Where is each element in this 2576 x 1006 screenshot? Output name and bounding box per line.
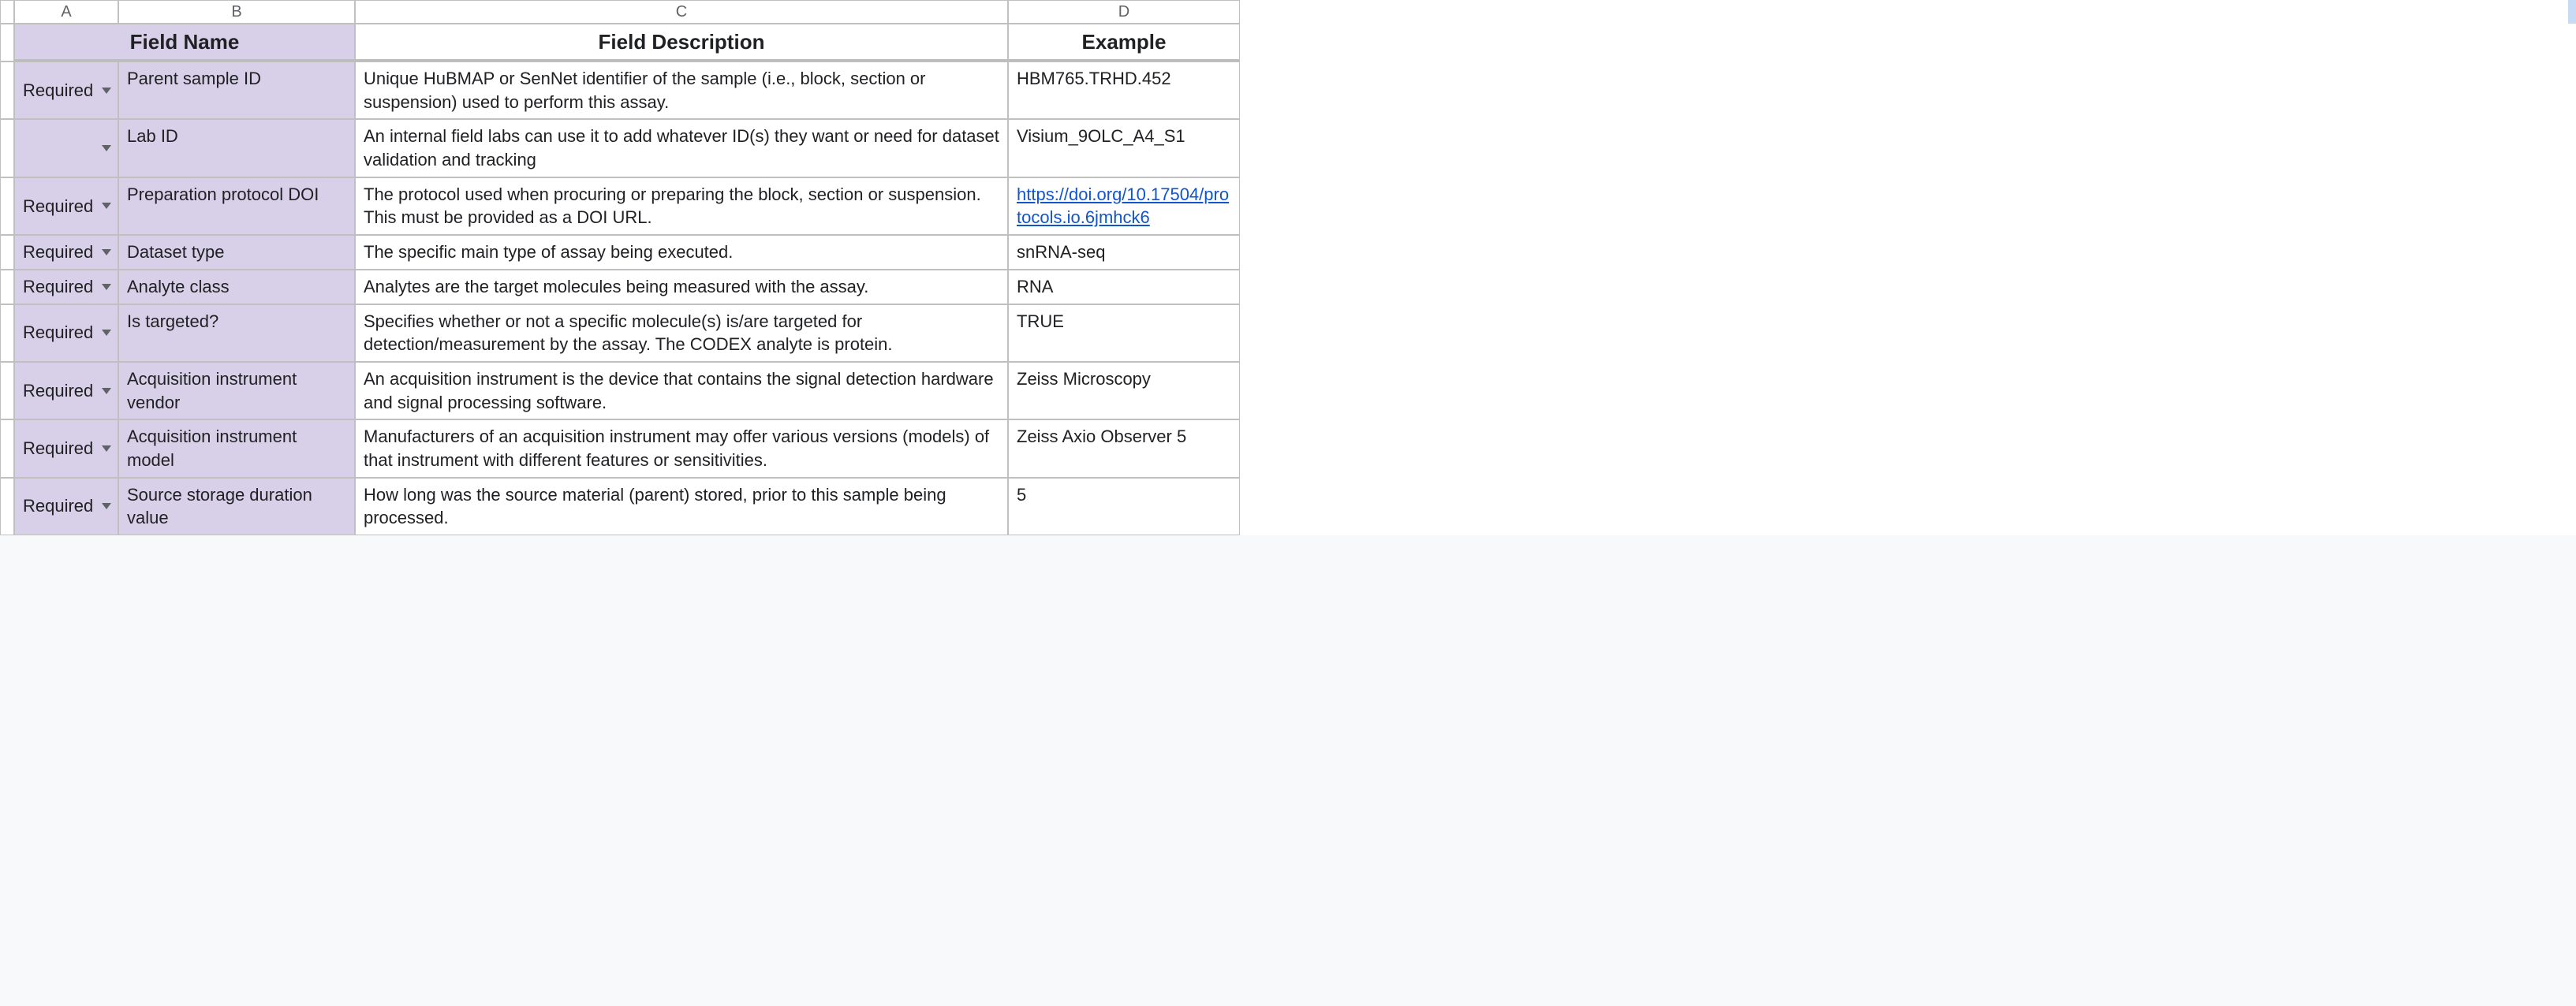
field-description-cell[interactable]: How long was the source material (parent… xyxy=(355,478,1008,535)
example-cell[interactable]: Zeiss Axio Observer 5 xyxy=(1008,419,1240,477)
field-description-cell[interactable]: Analytes are the target molecules being … xyxy=(355,270,1008,304)
header-field-description[interactable]: Field Description xyxy=(355,24,1008,61)
row-header[interactable] xyxy=(0,362,14,419)
column-header-B[interactable]: B xyxy=(118,0,355,24)
required-cell[interactable]: Required xyxy=(14,362,118,419)
required-label: Required xyxy=(23,494,93,518)
row-header[interactable] xyxy=(0,478,14,535)
row-header[interactable] xyxy=(0,177,14,235)
required-cell[interactable]: Required xyxy=(14,61,118,119)
field-description-cell[interactable]: Unique HuBMAP or SenNet identifier of th… xyxy=(355,61,1008,119)
filter-dropdown-icon[interactable] xyxy=(102,445,111,452)
example-cell[interactable]: Visium_9OLC_A4_S1 xyxy=(1008,119,1240,177)
example-cell[interactable]: https://doi.org/10.17504/protocols.io.6j… xyxy=(1008,177,1240,235)
row-header[interactable] xyxy=(0,270,14,304)
required-label: Required xyxy=(23,240,93,264)
select-all-corner[interactable] xyxy=(0,0,14,24)
filter-dropdown-icon[interactable] xyxy=(102,503,111,509)
field-name-cell[interactable]: Acquisition instrument vendor xyxy=(118,362,355,419)
row-header[interactable] xyxy=(0,119,14,177)
required-cell[interactable]: Required xyxy=(14,177,118,235)
column-header-D[interactable]: D xyxy=(1008,0,1240,24)
example-cell[interactable]: HBM765.TRHD.452 xyxy=(1008,61,1240,119)
filter-dropdown-icon[interactable] xyxy=(102,330,111,336)
field-description-cell[interactable]: The specific main type of assay being ex… xyxy=(355,235,1008,270)
field-description-cell[interactable]: An internal field labs can use it to add… xyxy=(355,119,1008,177)
field-description-cell[interactable]: The protocol used when procuring or prep… xyxy=(355,177,1008,235)
required-cell[interactable]: Required xyxy=(14,478,118,535)
field-name-cell[interactable]: Parent sample ID xyxy=(118,61,355,119)
header-field-name[interactable]: Field Name xyxy=(14,24,355,61)
spreadsheet-grid: A B C D Field Name Field Description Exa… xyxy=(0,0,2576,535)
field-name-cell[interactable]: Acquisition instrument model xyxy=(118,419,355,477)
required-cell[interactable]: Required xyxy=(14,419,118,477)
row-header[interactable] xyxy=(0,304,14,362)
required-label: Required xyxy=(23,79,93,102)
example-link[interactable]: https://doi.org/10.17504/protocols.io.6j… xyxy=(1017,183,1231,229)
filter-dropdown-icon[interactable] xyxy=(102,88,111,94)
field-name-cell[interactable]: Is targeted? xyxy=(118,304,355,362)
field-name-cell[interactable]: Lab ID xyxy=(118,119,355,177)
header-example[interactable]: Example xyxy=(1008,24,1240,61)
field-description-cell[interactable]: Manufacturers of an acquisition instrume… xyxy=(355,419,1008,477)
column-header-A[interactable]: A xyxy=(14,0,118,24)
example-cell[interactable]: RNA xyxy=(1008,270,1240,304)
required-label: Required xyxy=(23,275,93,299)
row-header-1[interactable] xyxy=(0,24,14,61)
required-label: Required xyxy=(23,195,93,218)
field-name-cell[interactable]: Dataset type xyxy=(118,235,355,270)
required-cell[interactable]: Required xyxy=(14,304,118,362)
example-cell[interactable]: 5 xyxy=(1008,478,1240,535)
field-description-cell[interactable]: An acquisition instrument is the device … xyxy=(355,362,1008,419)
filter-dropdown-icon[interactable] xyxy=(102,388,111,394)
filter-dropdown-icon[interactable] xyxy=(102,203,111,209)
example-cell[interactable]: TRUE xyxy=(1008,304,1240,362)
required-label: Required xyxy=(23,379,93,403)
row-header[interactable] xyxy=(0,419,14,477)
column-header-C[interactable]: C xyxy=(355,0,1008,24)
filter-dropdown-icon[interactable] xyxy=(102,145,111,151)
example-cell[interactable]: snRNA-seq xyxy=(1008,235,1240,270)
field-name-cell[interactable]: Preparation protocol DOI xyxy=(118,177,355,235)
filter-dropdown-icon[interactable] xyxy=(102,284,111,290)
row-header[interactable] xyxy=(0,61,14,119)
field-name-cell[interactable]: Source storage duration value xyxy=(118,478,355,535)
filter-dropdown-icon[interactable] xyxy=(102,249,111,255)
example-cell[interactable]: Zeiss Microscopy xyxy=(1008,362,1240,419)
required-cell[interactable]: Required xyxy=(14,235,118,270)
required-label: Required xyxy=(23,437,93,460)
required-label: Required xyxy=(23,321,93,345)
field-name-cell[interactable]: Analyte class xyxy=(118,270,355,304)
field-description-cell[interactable]: Specifies whether or not a specific mole… xyxy=(355,304,1008,362)
row-header[interactable] xyxy=(0,235,14,270)
required-cell[interactable] xyxy=(14,119,118,177)
scroll-edge-indicator xyxy=(2568,0,2576,24)
required-cell[interactable]: Required xyxy=(14,270,118,304)
